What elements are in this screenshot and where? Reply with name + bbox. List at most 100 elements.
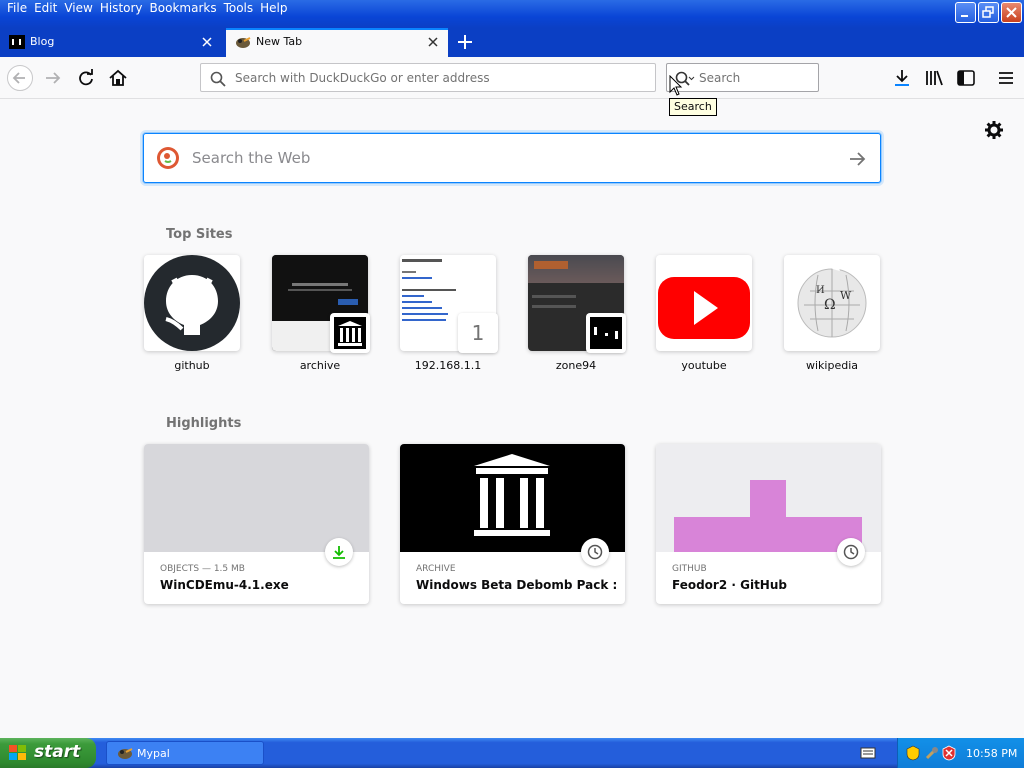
highlight-type-badge [581,538,609,566]
search-icon [210,71,226,87]
navigation-toolbar [0,57,1024,99]
library-button[interactable] [922,66,946,90]
top-site-youtube[interactable]: youtube [656,255,752,372]
back-arrow-icon [12,72,25,84]
archive-badge [330,313,370,353]
menu-help[interactable]: Help [257,0,291,18]
menu-button[interactable] [994,66,1018,90]
mouse-cursor-icon [669,75,683,96]
security-alert-icon[interactable] [942,745,956,761]
svg-text:Ω: Ω [824,297,836,313]
menu-history[interactable]: History [97,0,147,18]
keyboard-icon[interactable] [860,746,876,760]
site-label: archive [299,359,341,372]
tab-strip: Blog New Tab [0,28,1024,57]
archive-logo-icon [334,317,366,349]
tool-icon[interactable] [924,745,940,761]
site-label: wikipedia [805,359,858,372]
svg-text:И: И [816,285,825,296]
start-button[interactable]: start [0,738,96,768]
highlight-source: GITHUB [672,564,707,574]
taskbar-window-label: Mypal [137,747,170,760]
mypal-favicon-icon [236,37,251,48]
reload-icon [79,69,93,86]
top-site-zone94[interactable]: zone94 [528,255,626,372]
site-thumbnail: Ω W И [784,255,880,351]
search-bar[interactable] [666,63,819,92]
forward-button[interactable] [41,66,65,90]
youtube-logo-icon [658,277,750,339]
close-window-button[interactable] [1001,2,1022,23]
menu-file[interactable]: File [4,0,31,18]
tab-blog[interactable]: Blog [0,28,222,57]
highlight-source: OBJECTS — 1.5 MB [160,564,245,574]
menu-edit[interactable]: Edit [31,0,61,18]
security-shield-icon[interactable] [906,745,920,761]
site-label: zone94 [555,359,597,372]
duckduckgo-icon [157,147,179,169]
restore-button[interactable] [978,2,999,23]
sidebar-icon [957,70,975,86]
close-tab-icon[interactable] [200,35,214,49]
top-site-192-168-1-1[interactable]: 1 192.168.1.1 [400,255,498,372]
highlight-title: Windows Beta Debomb Pack : W... [416,578,616,592]
address-bar[interactable] [200,63,656,92]
forward-arrow-icon [46,72,61,84]
customize-gear-icon[interactable] [984,120,1004,140]
site-thumbnail [656,255,752,351]
download-icon [895,70,909,86]
clock-icon [587,544,603,560]
site-label: github [174,359,210,372]
github-logo-icon [144,255,240,351]
home-button[interactable] [106,66,130,90]
svg-text:W: W [840,289,852,302]
start-label: start [34,742,81,762]
web-search-input[interactable] [190,134,830,182]
highlights-heading: Highlights [166,416,242,431]
zone94-badge [586,313,626,353]
tab-label: New Tab [256,35,303,48]
highlight-card-feodor2[interactable]: GITHUB Feodor2 · GitHub [656,444,881,604]
archive-logo-icon [474,454,550,536]
taskbar: start Mypal 10:58 PM [0,738,1024,768]
web-search-box[interactable] [143,133,881,183]
search-input[interactable] [697,64,807,91]
top-site-archive[interactable]: archive [272,255,370,372]
close-tab-icon[interactable] [426,35,440,49]
windows-logo-icon [9,745,26,760]
address-input[interactable] [233,64,643,91]
wikipedia-logo-icon: Ω W И [797,265,867,338]
minimize-icon [961,15,968,17]
highlight-image [656,444,881,552]
highlight-image [400,444,625,552]
restore-icon [982,6,994,18]
top-site-wikipedia[interactable]: Ω W И wikipedia [784,255,880,372]
library-icon [926,70,943,86]
taskbar-window-mypal[interactable]: Mypal [106,741,264,765]
sidebar-button[interactable] [954,66,978,90]
close-icon [1006,7,1017,18]
search-go-arrow-icon[interactable] [848,150,866,168]
highlight-card-debomb[interactable]: ARCHIVE Windows Beta Debomb Pack : W... [400,444,625,604]
top-site-github[interactable]: github [144,255,240,372]
download-icon [333,546,345,559]
clock: 10:58 PM [966,747,1018,760]
menu-bookmarks[interactable]: Bookmarks [147,0,221,18]
site-label: youtube [681,359,727,372]
menu-view[interactable]: View [61,0,96,18]
new-tab-icon[interactable] [456,33,474,51]
highlight-card-wincdemu[interactable]: OBJECTS — 1.5 MB WinCDEmu-4.1.exe [144,444,369,604]
site-thumbnail [144,255,240,351]
minimize-button[interactable] [955,2,976,23]
downloads-button[interactable] [890,66,914,90]
menu-tools[interactable]: Tools [221,0,258,18]
highlight-type-badge [325,538,353,566]
search-tooltip: Search [669,98,717,116]
back-button[interactable] [7,65,33,91]
highlight-type-badge [837,538,865,566]
title-bar: File Edit View History Bookmarks Tools H… [0,0,1024,28]
menu-bar: File Edit View History Bookmarks Tools H… [4,0,292,18]
highlight-title: Feodor2 · GitHub [672,578,787,592]
reload-button[interactable] [74,66,98,90]
tab-new-tab[interactable]: New Tab [226,28,448,57]
